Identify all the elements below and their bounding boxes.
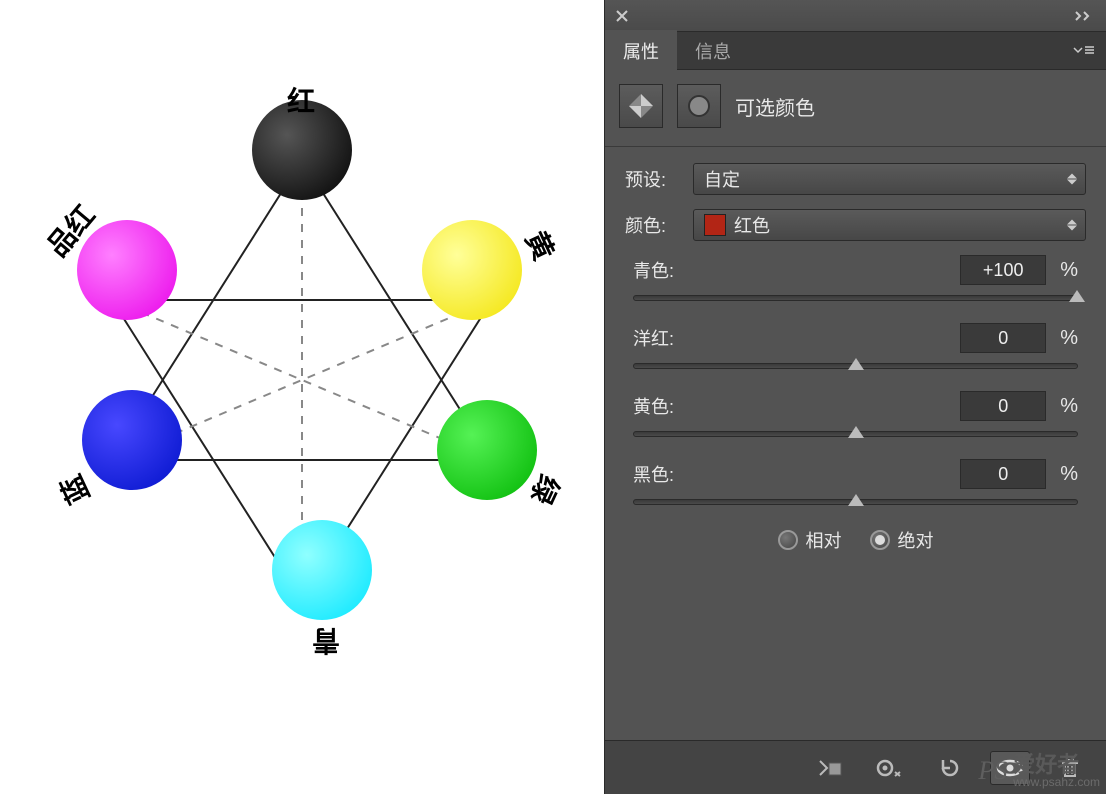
slider-black-thumb[interactable]	[848, 494, 864, 506]
panel-menu-icon[interactable]	[1060, 40, 1106, 61]
slider-magenta-group: 洋红: 0 %	[625, 323, 1086, 369]
slider-magenta-track[interactable]	[633, 363, 1078, 369]
colors-label: 颜色:	[625, 212, 681, 238]
mask-icon[interactable]	[677, 84, 721, 128]
method-absolute-label: 绝对	[898, 527, 934, 553]
slider-yellow-value[interactable]: 0	[960, 391, 1046, 421]
properties-panel: 属性 信息 可选颜色 预设: 自定 颜色: 红色	[604, 0, 1106, 794]
adjustment-name: 可选颜色	[735, 92, 815, 121]
slider-yellow-group: 黄色: 0 %	[625, 391, 1086, 437]
method-relative-label: 相对	[806, 527, 842, 553]
color-swatch	[704, 214, 726, 236]
slider-magenta-label: 洋红:	[633, 325, 674, 351]
colors-select[interactable]: 红色	[693, 209, 1086, 241]
colors-value: 红色	[734, 212, 770, 238]
tab-info[interactable]: 信息	[677, 30, 749, 72]
slider-cyan-group: 青色: +100 %	[625, 255, 1086, 301]
slider-black-value[interactable]: 0	[960, 459, 1046, 489]
close-icon[interactable]	[613, 7, 631, 25]
adjustment-type-icon[interactable]	[619, 84, 663, 128]
slider-magenta-value[interactable]: 0	[960, 323, 1046, 353]
slider-black-unit: %	[1060, 463, 1078, 486]
ball-green	[437, 400, 537, 500]
slider-cyan-thumb[interactable]	[1069, 290, 1085, 302]
document-canvas: 红 黄 绿 青 蓝 品红	[0, 0, 604, 794]
watermark: PS 爱好者 www.psahz.com	[978, 754, 1100, 788]
panel-collapse-icon[interactable]	[1070, 7, 1098, 25]
slider-yellow-unit: %	[1060, 395, 1078, 418]
slider-magenta-unit: %	[1060, 327, 1078, 350]
ball-magenta	[77, 220, 177, 320]
ball-cyan	[272, 520, 372, 620]
slider-yellow-label: 黄色:	[633, 393, 674, 419]
label-red: 红	[287, 80, 315, 120]
slider-cyan-unit: %	[1060, 259, 1078, 282]
slider-cyan-value[interactable]: +100	[960, 255, 1046, 285]
slider-black-track[interactable]	[633, 499, 1078, 505]
preset-value: 自定	[704, 166, 740, 192]
panel-tabbar: 属性 信息	[605, 32, 1106, 70]
radio-dot-relative	[778, 530, 798, 550]
radio-dot-absolute	[870, 530, 890, 550]
slider-cyan-label: 青色:	[633, 257, 674, 283]
watermark-logo: PS	[978, 756, 1007, 786]
watermark-cn: 爱好者	[1013, 754, 1100, 776]
ball-blue	[82, 390, 182, 490]
tab-properties[interactable]: 属性	[605, 30, 677, 72]
panel-titlebar	[605, 0, 1106, 32]
previous-state-icon[interactable]	[870, 751, 910, 785]
watermark-url: www.psahz.com	[1013, 776, 1100, 788]
adjustment-header: 可选颜色	[605, 70, 1106, 142]
ball-yellow	[422, 220, 522, 320]
clip-to-layer-icon[interactable]	[810, 751, 850, 785]
label-cyan: 青	[312, 622, 340, 662]
panel-body: 预设: 自定 颜色: 红色 青色: +100 %	[605, 151, 1106, 583]
slider-black-group: 黑色: 0 %	[625, 459, 1086, 505]
preset-select[interactable]: 自定	[693, 163, 1086, 195]
slider-yellow-thumb[interactable]	[848, 426, 864, 438]
reset-icon[interactable]	[930, 751, 970, 785]
method-radio-row: 相对 绝对	[625, 527, 1086, 553]
slider-black-label: 黑色:	[633, 461, 674, 487]
method-relative-radio[interactable]: 相对	[778, 527, 842, 553]
color-star-diagram: 红 黄 绿 青 蓝 品红	[22, 40, 582, 600]
slider-yellow-track[interactable]	[633, 431, 1078, 437]
slider-magenta-thumb[interactable]	[848, 358, 864, 370]
preset-label: 预设:	[625, 166, 681, 192]
method-absolute-radio[interactable]: 绝对	[870, 527, 934, 553]
slider-cyan-track[interactable]	[633, 295, 1078, 301]
